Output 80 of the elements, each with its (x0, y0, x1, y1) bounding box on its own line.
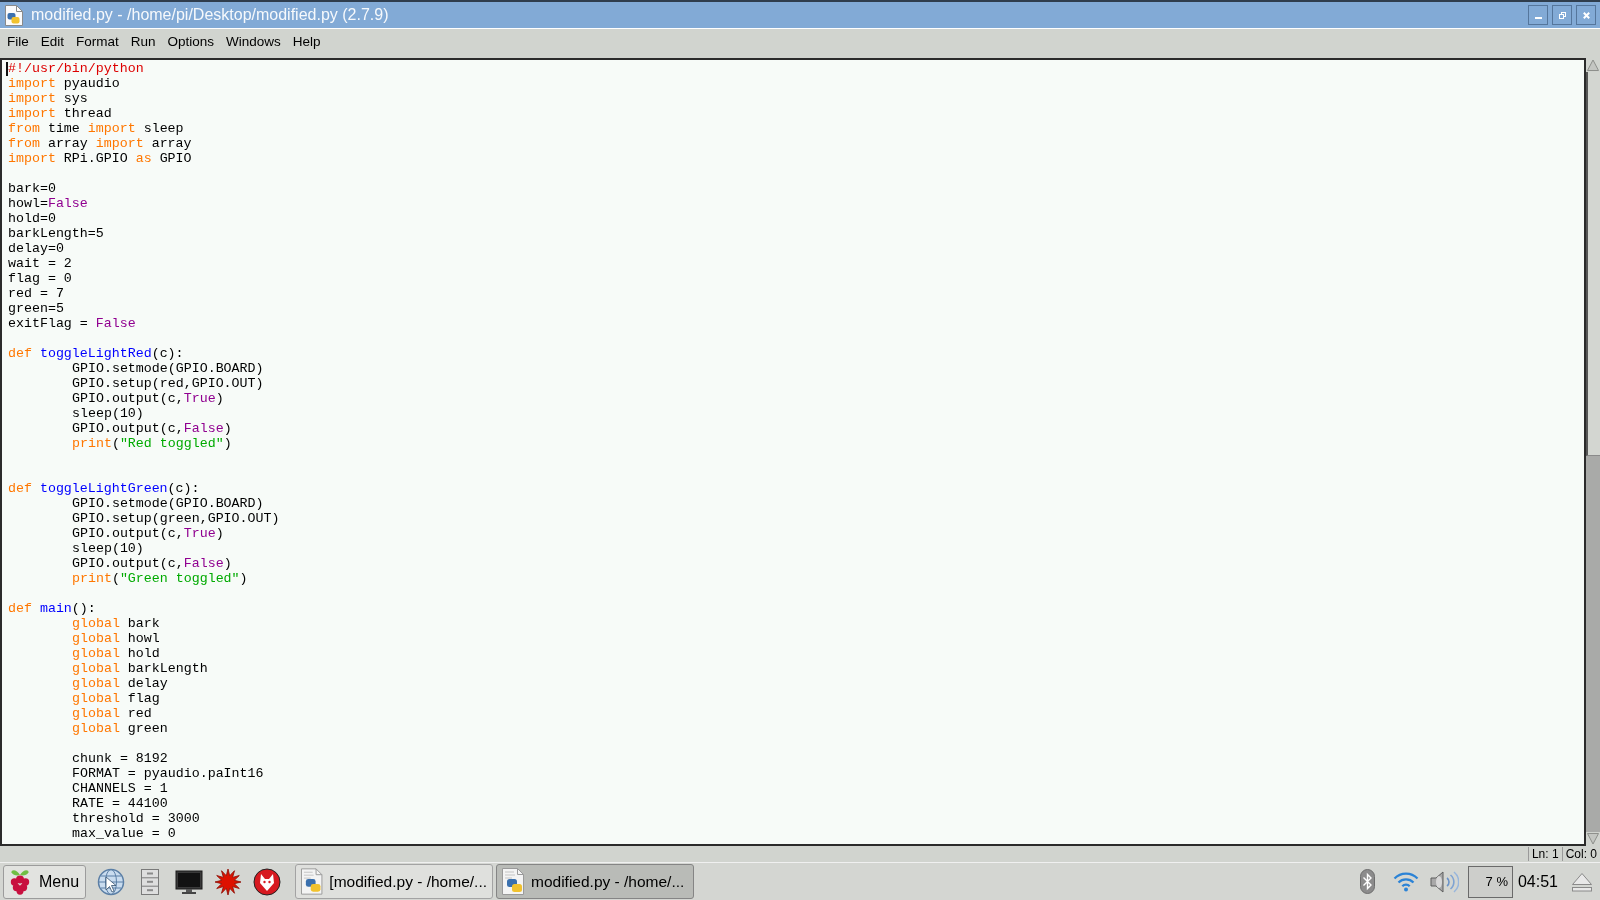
code-line: import RPi.GPIO as GPIO (8, 151, 192, 166)
code-line: GPIO.setup(red,GPIO.OUT) (72, 376, 264, 391)
code-line: sleep(10) (72, 406, 144, 421)
globe-icon[interactable] (97, 867, 125, 896)
monitor-icon[interactable] (175, 867, 203, 896)
code-line: delay=0 (8, 241, 64, 256)
file-icon (502, 868, 526, 895)
code-line: RATE = 44100 (72, 796, 168, 811)
cursor-line-label: Ln: 1 (1527, 847, 1562, 861)
menu-item[interactable]: Help (286, 33, 327, 51)
code-line: from array import array (8, 136, 192, 151)
menu-item[interactable]: Options (161, 33, 221, 51)
code-line: #!/usr/bin/python (8, 61, 144, 76)
code-line: def toggleLightGreen(c): (8, 481, 200, 496)
code-line: GPIO.setmode(GPIO.BOARD) (72, 361, 264, 376)
code-line: CHANNELS = 1 (72, 781, 168, 796)
code-line: GPIO.output(c,False) (72, 421, 232, 436)
file-icon (301, 868, 325, 895)
volume-icon[interactable] (1428, 869, 1459, 894)
code-line: threshold = 3000 (72, 811, 200, 826)
code-line: green=5 (8, 301, 64, 316)
code-line: import pyaudio (8, 76, 120, 91)
code-line: GPIO.output(c,False) (72, 556, 232, 571)
code-line: GPIO.setup(green,GPIO.OUT) (72, 511, 280, 526)
code-line: global howl (72, 631, 160, 646)
code-line: global red (72, 706, 152, 721)
menu-item[interactable]: Format (70, 33, 125, 51)
code-line: max_value = 0 (72, 826, 176, 841)
code-line: bark=0 (8, 181, 56, 196)
code-line: red = 7 (8, 286, 64, 301)
code-line: sleep(10) (72, 541, 144, 556)
code-line: import thread (8, 106, 112, 121)
wifi-icon[interactable] (1392, 871, 1419, 892)
close-button[interactable] (1576, 5, 1596, 25)
minimize-icon (1534, 17, 1542, 19)
starburst-icon[interactable] (214, 867, 242, 896)
wolf-icon[interactable] (253, 867, 281, 896)
code-line: howl=False (8, 196, 88, 211)
menu-item[interactable]: Edit (34, 33, 71, 51)
code-line: GPIO.setmode(GPIO.BOARD) (72, 496, 264, 511)
code-line: global delay (72, 676, 168, 691)
code-line: wait = 2 (8, 256, 72, 271)
task-button[interactable]: [modified.py - /home/... (295, 864, 493, 899)
code-line: import sys (8, 91, 88, 106)
cursor-column-label: Col: 0 (1561, 847, 1600, 861)
code-line: GPIO.output(c,True) (72, 526, 224, 541)
restore-button[interactable] (1552, 5, 1572, 25)
file-icon (5, 4, 23, 26)
window-title: modified.py - /home/pi/Desktop/modified.py (2.7.9) (31, 5, 389, 25)
code-line: def main(): (8, 601, 96, 616)
code-line: global bark (72, 616, 160, 631)
code-line: from time import sleep (8, 121, 184, 136)
code-line: flag = 0 (8, 271, 72, 286)
code-line: print("Green toggled") (72, 571, 248, 586)
eject-icon[interactable] (1571, 871, 1593, 892)
code-line: global green (72, 721, 168, 736)
close-icon (1582, 11, 1590, 19)
task-button[interactable]: modified.py - /home/... (496, 864, 694, 899)
bluetooth-icon[interactable] (1359, 869, 1375, 894)
scrollbar-thumb[interactable] (1586, 72, 1600, 456)
code-line: exitFlag = False (8, 316, 136, 331)
raspberry-icon (8, 868, 32, 895)
code-line: print("Red toggled") (72, 436, 232, 451)
code-line: global hold (72, 646, 160, 661)
code-line: def toggleLightRed(c): (8, 346, 184, 361)
code-line: global flag (72, 691, 160, 706)
menu-button[interactable]: Menu (3, 864, 86, 899)
code-line: global barkLength (72, 661, 208, 676)
menu-item[interactable]: Run (124, 33, 162, 51)
menu-item[interactable]: File (1, 33, 35, 51)
code-line: hold=0 (8, 211, 56, 226)
cpu-meter: 7 % (1467, 865, 1513, 898)
minimize-button[interactable] (1528, 5, 1548, 25)
clock: 04:51 (1517, 871, 1558, 892)
code-line: FORMAT = pyaudio.paInt16 (72, 766, 264, 781)
restore-icon (1558, 11, 1566, 19)
code-line: GPIO.output(c,True) (72, 391, 224, 406)
menu-item[interactable]: Windows (220, 33, 287, 51)
code-line: barkLength=5 (8, 226, 104, 241)
code-line: chunk = 8192 (72, 751, 168, 766)
